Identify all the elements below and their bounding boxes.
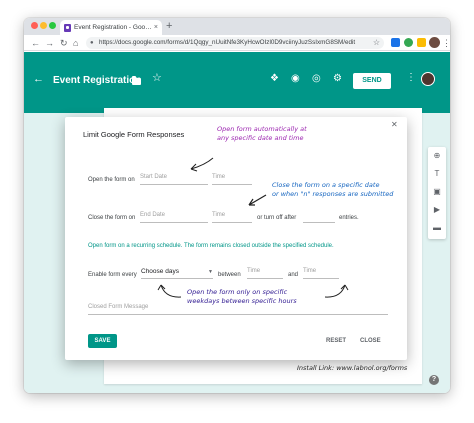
close-form-on-label: Close the form on <box>88 215 136 221</box>
add-question-icon[interactable]: ⊕ <box>432 151 442 161</box>
home-icon[interactable]: ⌂ <box>73 36 78 50</box>
browser-menu-icon[interactable]: ⋮ <box>442 36 450 50</box>
add-section-icon[interactable]: ▬ <box>432 223 442 233</box>
add-image-icon[interactable]: ▣ <box>432 187 442 197</box>
chevron-down-icon: ▼ <box>208 269 213 275</box>
open-form-arrow <box>190 157 214 172</box>
browser-tab[interactable]: Event Registration - Google Fo × <box>60 20 162 35</box>
tab-title: Event Registration - Google Fo <box>74 24 152 31</box>
reset-button[interactable]: RESET <box>326 338 346 344</box>
question-side-toolbar: ⊕ T ▣ ▶ ▬ <box>428 147 446 239</box>
end-date-field[interactable]: End Date <box>140 212 208 223</box>
star-icon[interactable]: ☆ <box>152 72 162 84</box>
tab-strip: Event Registration - Google Fo × + <box>24 18 450 35</box>
add-video-icon[interactable]: ▶ <box>432 205 442 215</box>
open-form-annotation: Open form automatically at any specific … <box>217 125 307 142</box>
save-button[interactable]: SAVE <box>88 334 117 348</box>
browser-window: Event Registration - Google Fo × + ← → ↻… <box>24 18 450 393</box>
browser-toolbar: ← → ↻ ⌂ ● https://docs.google.com/forms/… <box>24 35 450 51</box>
weekday-left-arrow <box>157 284 182 298</box>
and-label: and <box>288 272 299 278</box>
forward-nav-icon[interactable]: → <box>45 36 54 50</box>
back-nav-icon[interactable]: ← <box>31 36 40 50</box>
more-vert-icon[interactable]: ⋮ <box>406 72 416 84</box>
gear-icon[interactable]: ⚙ <box>333 73 342 85</box>
extension-icon-2[interactable] <box>404 38 413 47</box>
form-title[interactable]: Event Registration <box>53 75 141 86</box>
close-button[interactable]: CLOSE <box>360 338 381 344</box>
lock-icon: ● <box>90 40 94 46</box>
limit-responses-dialog: Limit Google Form Responses ✕ Open the f… <box>65 117 407 372</box>
start-date-field[interactable]: Start Date <box>140 174 208 185</box>
send-button[interactable]: SEND <box>353 73 391 89</box>
bookmark-star-icon[interactable]: ☆ <box>373 37 380 49</box>
open-form-on-label: Open the form on <box>88 177 135 183</box>
url-text: https://docs.google.com/forms/d/1Qqgy_nU… <box>99 39 356 46</box>
install-link-annotation: Install Link: www.labnol.org/forms <box>297 364 408 372</box>
minimize-window-button[interactable] <box>40 22 47 29</box>
start-time-field[interactable]: Time <box>212 174 252 185</box>
close-window-button[interactable] <box>31 22 38 29</box>
entries-label: entries. <box>339 215 359 221</box>
schedule-start-time-field[interactable]: Time <box>247 268 283 279</box>
address-bar[interactable]: ● https://docs.google.com/forms/d/1Qqgy_… <box>86 37 384 49</box>
user-avatar[interactable] <box>421 72 435 86</box>
arrow-left-icon[interactable]: ← <box>33 73 44 85</box>
recurring-schedule-hint: Open form on a recurring schedule. The f… <box>88 243 334 249</box>
help-icon[interactable]: ? <box>429 375 439 385</box>
dialog-title: Limit Google Form Responses <box>83 130 185 139</box>
forms-header: ← Event Registration ☆ ❖ ◉ ◎ ⚙ SEND ⋮ <box>24 52 450 113</box>
profile-avatar[interactable] <box>429 37 440 48</box>
eye-icon[interactable]: ◎ <box>312 73 321 85</box>
forms-favicon-icon <box>64 23 71 32</box>
extension-icon-3[interactable] <box>417 38 426 47</box>
enable-form-every-label: Enable form every <box>88 272 137 278</box>
or-turn-off-after-label: or turn off after <box>257 215 297 221</box>
add-title-icon[interactable]: T <box>432 169 442 179</box>
close-icon[interactable]: ✕ <box>391 120 398 129</box>
reload-icon[interactable]: ↻ <box>60 36 68 50</box>
schedule-end-time-field[interactable]: Time <box>303 268 339 279</box>
tab-close-icon[interactable]: × <box>154 24 158 31</box>
palette-icon[interactable]: ◉ <box>291 73 300 85</box>
entries-count-field[interactable] <box>303 212 335 223</box>
weekday-right-arrow <box>324 284 349 298</box>
end-time-field[interactable]: Time <box>212 212 252 223</box>
maximize-window-button[interactable] <box>49 22 56 29</box>
between-label: between <box>218 272 241 278</box>
extension-icon-1[interactable] <box>391 38 400 47</box>
close-form-annotation: Close the form on a specific date or whe… <box>272 181 394 198</box>
new-tab-button[interactable]: + <box>166 19 172 34</box>
weekday-annotation: Open the form only on specific weekdays … <box>187 288 297 305</box>
close-form-arrow <box>248 194 267 206</box>
choose-days-select[interactable]: Choose days ▼ <box>141 268 213 279</box>
folder-icon[interactable] <box>132 76 141 85</box>
puzzle-icon[interactable]: ❖ <box>270 73 279 85</box>
